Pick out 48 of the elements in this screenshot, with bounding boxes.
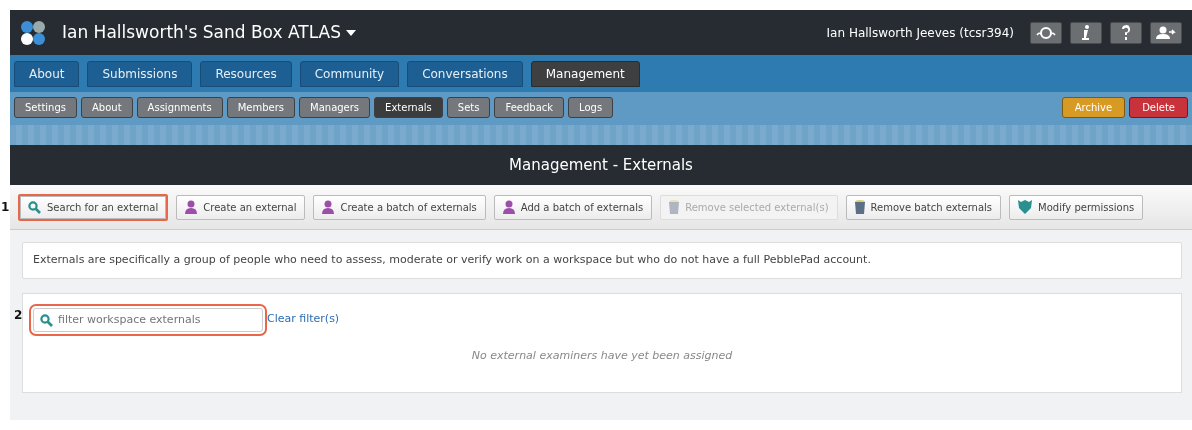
person-arrow-button[interactable] <box>1150 21 1182 44</box>
help-button[interactable] <box>1110 21 1142 44</box>
toolbar-button[interactable]: Remove batch externals <box>845 194 1002 220</box>
camera-icon <box>1036 25 1056 40</box>
main-tab[interactable]: About <box>14 61 80 87</box>
toolbar-button[interactable]: Add a batch of externals <box>493 194 653 220</box>
info-button[interactable] <box>1070 21 1102 44</box>
user-name: Ian Hallsworth Jeeves (tcsr394) <box>826 24 1014 42</box>
toolbar-button[interactable]: Create an external <box>176 194 306 220</box>
logo-icon <box>20 20 46 45</box>
search-icon <box>40 313 53 327</box>
help-icon <box>1121 25 1131 40</box>
info-icon <box>1082 25 1090 40</box>
sub-tab[interactable]: Feedback <box>494 97 565 118</box>
sub-tab[interactable]: Members <box>226 97 296 118</box>
empty-message: No external examiners have yet been assigned <box>470 347 734 364</box>
callout-number: 2 <box>14 306 23 324</box>
search-icon <box>28 200 41 214</box>
clear-filter-link[interactable]: Clear filter(s) <box>267 311 340 328</box>
caret-icon <box>346 29 357 36</box>
person-icon <box>502 200 515 214</box>
person-icon <box>185 200 198 214</box>
sub-tab[interactable]: Sets <box>446 97 491 118</box>
toolbar-button[interactable]: Search for an external <box>18 193 169 221</box>
camera-button[interactable] <box>1030 21 1062 44</box>
toolbar-button[interactable]: Create a batch of externals <box>313 194 486 220</box>
sub-tab[interactable]: About <box>81 97 133 118</box>
main-tab[interactable]: Community <box>299 61 400 87</box>
main-tab[interactable]: Conversations <box>407 61 523 87</box>
main-tab[interactable]: Submissions <box>87 61 193 87</box>
bin-icon <box>854 200 865 214</box>
toolbar-button[interactable]: Modify permissions <box>1009 194 1144 220</box>
sub-tab[interactable]: Managers <box>299 97 371 118</box>
panel-title: Management - Externals <box>10 145 1192 185</box>
sub-tab[interactable]: Logs <box>568 97 614 118</box>
main-tab[interactable]: Management <box>530 61 640 87</box>
workspace-title[interactable]: Ian Hallsworth's Sand Box ATLAS <box>62 19 357 46</box>
sub-tab[interactable]: Externals <box>374 97 443 118</box>
person-icon <box>322 200 335 214</box>
sub-tab[interactable]: Settings <box>14 97 77 118</box>
delete-button[interactable]: Delete <box>1129 97 1188 118</box>
main-tab[interactable]: Resources <box>200 61 292 87</box>
sub-tab[interactable]: Assignments <box>136 97 223 118</box>
bin-icon <box>669 200 680 214</box>
shield-icon <box>1018 200 1033 214</box>
info-text: Externals are specifically a group of people who need to assess, moderate or verify work on a workspace but who do not have a full PebblePad account. <box>22 242 1182 279</box>
person-arrow-icon <box>1156 26 1176 39</box>
callout-number: 1 <box>1 199 10 216</box>
